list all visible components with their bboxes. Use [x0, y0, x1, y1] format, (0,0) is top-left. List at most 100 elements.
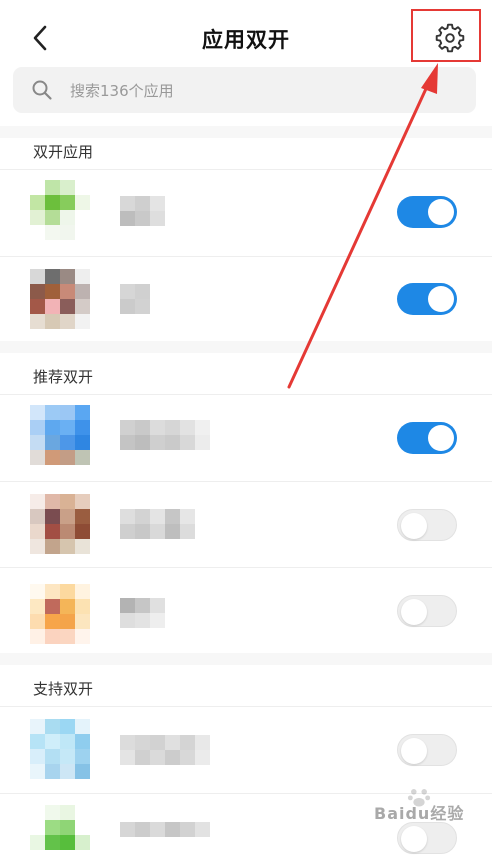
pixel-block — [60, 405, 75, 420]
pixel-block — [75, 764, 90, 779]
pixel-block — [30, 509, 45, 524]
pixel-block — [45, 524, 60, 539]
pixel-block — [45, 450, 60, 465]
pixel-block — [150, 299, 165, 314]
search-icon — [32, 80, 52, 100]
pixel-block — [150, 420, 165, 435]
pixel-block — [45, 764, 60, 779]
pixel-block — [135, 509, 150, 524]
pixel-block — [180, 435, 195, 450]
pixel-block — [135, 822, 150, 837]
pixel-block — [120, 211, 135, 226]
pixel-block — [30, 614, 45, 629]
pixel-block — [45, 509, 60, 524]
pixel-block — [135, 524, 150, 539]
pixel-block — [60, 420, 75, 435]
pixel-block — [30, 269, 45, 284]
app-name — [120, 598, 210, 628]
pixel-block — [30, 599, 45, 614]
pixel-block — [60, 629, 75, 644]
pixel-block — [195, 196, 210, 211]
pixel-block — [60, 494, 75, 509]
dual-toggle[interactable] — [397, 196, 457, 228]
pixel-block — [120, 735, 135, 750]
section-label-recommended: 推荐双开 — [33, 368, 94, 386]
pixel-block — [165, 211, 180, 226]
pixel-block — [150, 284, 165, 299]
toggle-knob — [401, 513, 427, 539]
pixel-block — [180, 524, 195, 539]
pixel-block — [30, 820, 45, 835]
section-divider — [0, 126, 492, 138]
pixel-block — [150, 211, 165, 226]
pixel-block — [150, 822, 165, 837]
pixel-block — [120, 598, 135, 613]
app-icon — [30, 719, 90, 779]
pixel-block — [180, 735, 195, 750]
row-separator — [0, 706, 492, 707]
pixel-block — [60, 614, 75, 629]
pixel-block — [60, 314, 75, 329]
pixel-block — [135, 211, 150, 226]
pixel-block — [180, 509, 195, 524]
pixel-block — [195, 435, 210, 450]
pixel-block — [60, 805, 75, 820]
pixel-block — [45, 599, 60, 614]
pixel-block — [180, 420, 195, 435]
pixel-block — [135, 420, 150, 435]
search-placeholder: 搜索136个应用 — [70, 82, 174, 100]
pixel-block — [45, 314, 60, 329]
pixel-block — [75, 539, 90, 554]
app-name — [120, 420, 210, 450]
pixel-block — [75, 299, 90, 314]
app-name — [120, 822, 210, 852]
toggle-knob — [428, 286, 454, 312]
pixel-block — [60, 225, 75, 240]
pixel-block — [135, 735, 150, 750]
app-name — [120, 735, 210, 765]
row-separator — [0, 256, 492, 257]
pixel-block — [165, 435, 180, 450]
pixel-block — [75, 494, 90, 509]
pixel-block — [30, 405, 45, 420]
pixel-block — [60, 195, 75, 210]
dual-toggle[interactable] — [397, 283, 457, 315]
pixel-block — [165, 196, 180, 211]
pixel-block — [30, 420, 45, 435]
pixel-block — [60, 719, 75, 734]
pixel-block — [60, 210, 75, 225]
dual-toggle[interactable] — [397, 509, 457, 541]
pixel-block — [60, 850, 75, 865]
pixel-block — [45, 584, 60, 599]
pixel-block — [195, 822, 210, 837]
pixel-block — [60, 450, 75, 465]
pixel-block — [150, 524, 165, 539]
dual-toggle[interactable] — [397, 422, 457, 454]
pixel-block — [120, 284, 135, 299]
highlight-box — [411, 9, 481, 62]
pixel-block — [150, 598, 165, 613]
search-bar[interactable]: 搜索136个应用 — [13, 67, 476, 113]
section-label-dual-apps: 双开应用 — [33, 143, 94, 161]
pixel-block — [165, 524, 180, 539]
pixel-block — [180, 284, 195, 299]
pixel-block — [75, 719, 90, 734]
pixel-block — [30, 850, 45, 865]
pixel-block — [75, 850, 90, 865]
pixel-block — [45, 420, 60, 435]
app-icon — [30, 180, 90, 240]
dual-toggle[interactable] — [397, 595, 457, 627]
pixel-block — [60, 734, 75, 749]
pixel-block — [180, 196, 195, 211]
dual-toggle[interactable] — [397, 734, 457, 766]
pixel-block — [75, 269, 90, 284]
pixel-block — [135, 196, 150, 211]
row-separator — [0, 169, 492, 170]
pixel-block — [45, 805, 60, 820]
pixel-block — [165, 598, 180, 613]
toggle-knob — [401, 738, 427, 764]
pixel-block — [180, 211, 195, 226]
pixel-block — [75, 820, 90, 835]
pixel-block — [195, 735, 210, 750]
pixel-block — [30, 314, 45, 329]
